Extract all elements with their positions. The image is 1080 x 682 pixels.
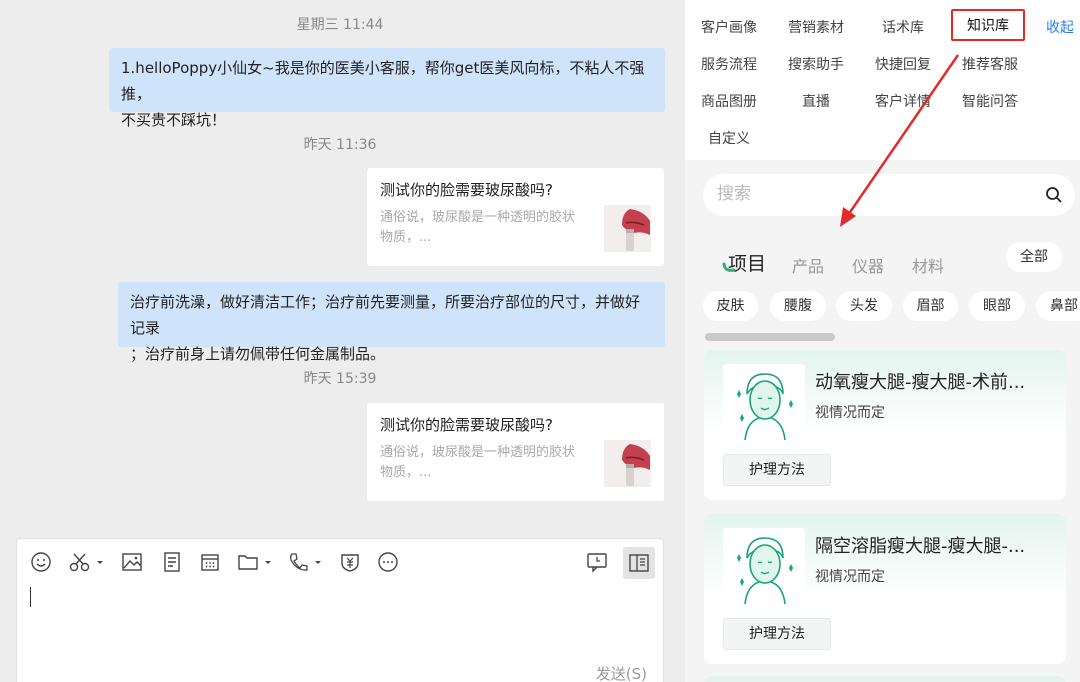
search-icon[interactable]: [1045, 186, 1063, 204]
send-button[interactable]: 发送(S): [596, 663, 647, 682]
category-chip[interactable]: 鼻部: [1036, 291, 1080, 321]
message-timestamp: 昨天 11:36: [303, 137, 377, 153]
card-description-line: 通俗说，玻尿酸是一种透明的胶状: [380, 210, 576, 225]
card-description-line: 通俗说，玻尿酸是一种透明的胶状: [380, 445, 576, 460]
menu-item-product-album[interactable]: 商品图册: [701, 91, 757, 111]
menu-item-script-library[interactable]: 话术库: [882, 17, 924, 37]
feature-menu: 客户画像 营销素材 话术库 知识库 收起 服务流程 搜索助手 快捷回复 推荐客服…: [685, 0, 1080, 160]
menu-item-customer-profile[interactable]: 客户画像: [701, 17, 757, 37]
knowledge-card-title: 动氧瘦大腿-瘦大腿-术前...: [815, 372, 1026, 393]
knowledge-card-subtitle: 视情况而定: [815, 405, 885, 421]
link-card-message[interactable]: 测试你的脸需要玻尿酸吗? 通俗说，玻尿酸是一种透明的胶状 物质，...: [367, 168, 664, 266]
payment-yuan-icon[interactable]: [339, 551, 363, 575]
chat-history-icon[interactable]: [586, 551, 610, 575]
tab-material[interactable]: 材料: [912, 253, 944, 277]
menu-item-knowledge-base[interactable]: 知识库: [951, 9, 1025, 41]
screenshot-scissors-icon[interactable]: [69, 551, 105, 575]
message-text-line: 1.helloPoppy小仙女~我是你的医美小客服，帮你get医美风向标，不粘人…: [121, 59, 645, 103]
document-icon[interactable]: [161, 551, 185, 575]
category-chip[interactable]: 头发: [836, 291, 892, 321]
knowledge-card-title: 隔空溶脂瘦大腿-瘦大腿-...: [815, 536, 1026, 557]
lips-thumbnail-image: [604, 205, 651, 252]
tab-project[interactable]: 项目: [728, 249, 766, 276]
menu-item-search-assistant[interactable]: 搜索助手: [788, 54, 844, 74]
collapse-button[interactable]: 收起: [1046, 17, 1074, 37]
lips-thumbnail-image: [604, 440, 651, 487]
message-bubble[interactable]: 1.helloPoppy小仙女~我是你的医美小客服，帮你get医美风向标，不粘人…: [109, 48, 665, 129]
message-composer[interactable]: 发送(S): [16, 538, 664, 682]
category-chip[interactable]: 皮肤: [703, 291, 758, 321]
calendar-icon[interactable]: [199, 551, 223, 575]
emoji-icon[interactable]: [30, 551, 54, 575]
message-text-line: 不买贵不踩坑！: [121, 111, 227, 129]
menu-item-custom[interactable]: 自定义: [708, 128, 750, 148]
all-filter-button[interactable]: 全部: [1006, 242, 1062, 272]
knowledge-card[interactable]: 隔空溶脂瘦大腿-瘦大腿-... 视情况而定 护理方法: [704, 514, 1066, 664]
more-icon[interactable]: [377, 551, 401, 575]
chip-scrollbar[interactable]: [705, 333, 835, 341]
care-method-button[interactable]: 护理方法: [723, 454, 831, 486]
message-text-line: ；治疗前身上请勿佩带任何金属制品。: [130, 345, 386, 363]
menu-item-recommend-service[interactable]: 推荐客服: [962, 54, 1018, 74]
category-chip[interactable]: 腰腹: [770, 291, 826, 321]
sidebar-toggle-icon[interactable]: [623, 547, 655, 579]
folder-icon[interactable]: [237, 551, 275, 575]
category-chip[interactable]: 眼部: [969, 291, 1025, 321]
card-description: 通俗说，玻尿酸是一种透明的胶状 物质，...: [380, 443, 595, 483]
menu-item-marketing-material[interactable]: 营销素材: [788, 17, 844, 37]
knowledge-search[interactable]: [703, 174, 1075, 216]
phone-icon[interactable]: [287, 551, 325, 575]
care-method-button[interactable]: 护理方法: [723, 618, 831, 650]
message-text-line: 治疗前洗澡，做好清洁工作；治疗前先要测量，所要治疗部位的尺寸，并做好记录: [130, 293, 641, 337]
message-bubble[interactable]: 治疗前洗澡，做好清洁工作；治疗前先要测量，所要治疗部位的尺寸，并做好记录 ；治疗…: [118, 282, 665, 363]
knowledge-card-partial: [704, 676, 1066, 682]
message-timestamp: 星期三 11:44: [296, 17, 384, 33]
card-title: 测试你的脸需要玻尿酸吗?: [380, 181, 553, 199]
tab-product[interactable]: 产品: [792, 253, 824, 277]
menu-item-customer-detail[interactable]: 客户详情: [875, 91, 931, 111]
image-icon[interactable]: [121, 551, 145, 575]
menu-item-quick-reply[interactable]: 快捷回复: [875, 54, 931, 74]
face-illustration-icon: [723, 528, 805, 604]
tab-instrument[interactable]: 仪器: [852, 253, 884, 277]
search-input[interactable]: [717, 184, 1027, 204]
link-card-message[interactable]: 测试你的脸需要玻尿酸吗? 通俗说，玻尿酸是一种透明的胶状 物质，...: [367, 403, 664, 501]
card-description-line: 物质，...: [380, 230, 432, 245]
menu-item-service-flow[interactable]: 服务流程: [701, 54, 757, 74]
card-description: 通俗说，玻尿酸是一种透明的胶状 物质，...: [380, 208, 595, 248]
chat-pane: 星期三 11:44 1.helloPoppy小仙女~我是你的医美小客服，帮你ge…: [0, 0, 685, 682]
card-title: 测试你的脸需要玻尿酸吗?: [380, 416, 553, 434]
face-illustration-icon: [723, 364, 805, 440]
card-description-line: 物质，...: [380, 465, 432, 480]
text-cursor: [30, 587, 31, 607]
knowledge-card[interactable]: 动氧瘦大腿-瘦大腿-术前... 视情况而定 护理方法: [704, 350, 1066, 500]
category-chip[interactable]: 眉部: [903, 291, 958, 321]
menu-item-live[interactable]: 直播: [802, 91, 830, 111]
knowledge-card-subtitle: 视情况而定: [815, 569, 885, 585]
menu-item-smart-qa[interactable]: 智能问答: [962, 91, 1018, 111]
message-timestamp: 昨天 15:39: [303, 371, 377, 387]
